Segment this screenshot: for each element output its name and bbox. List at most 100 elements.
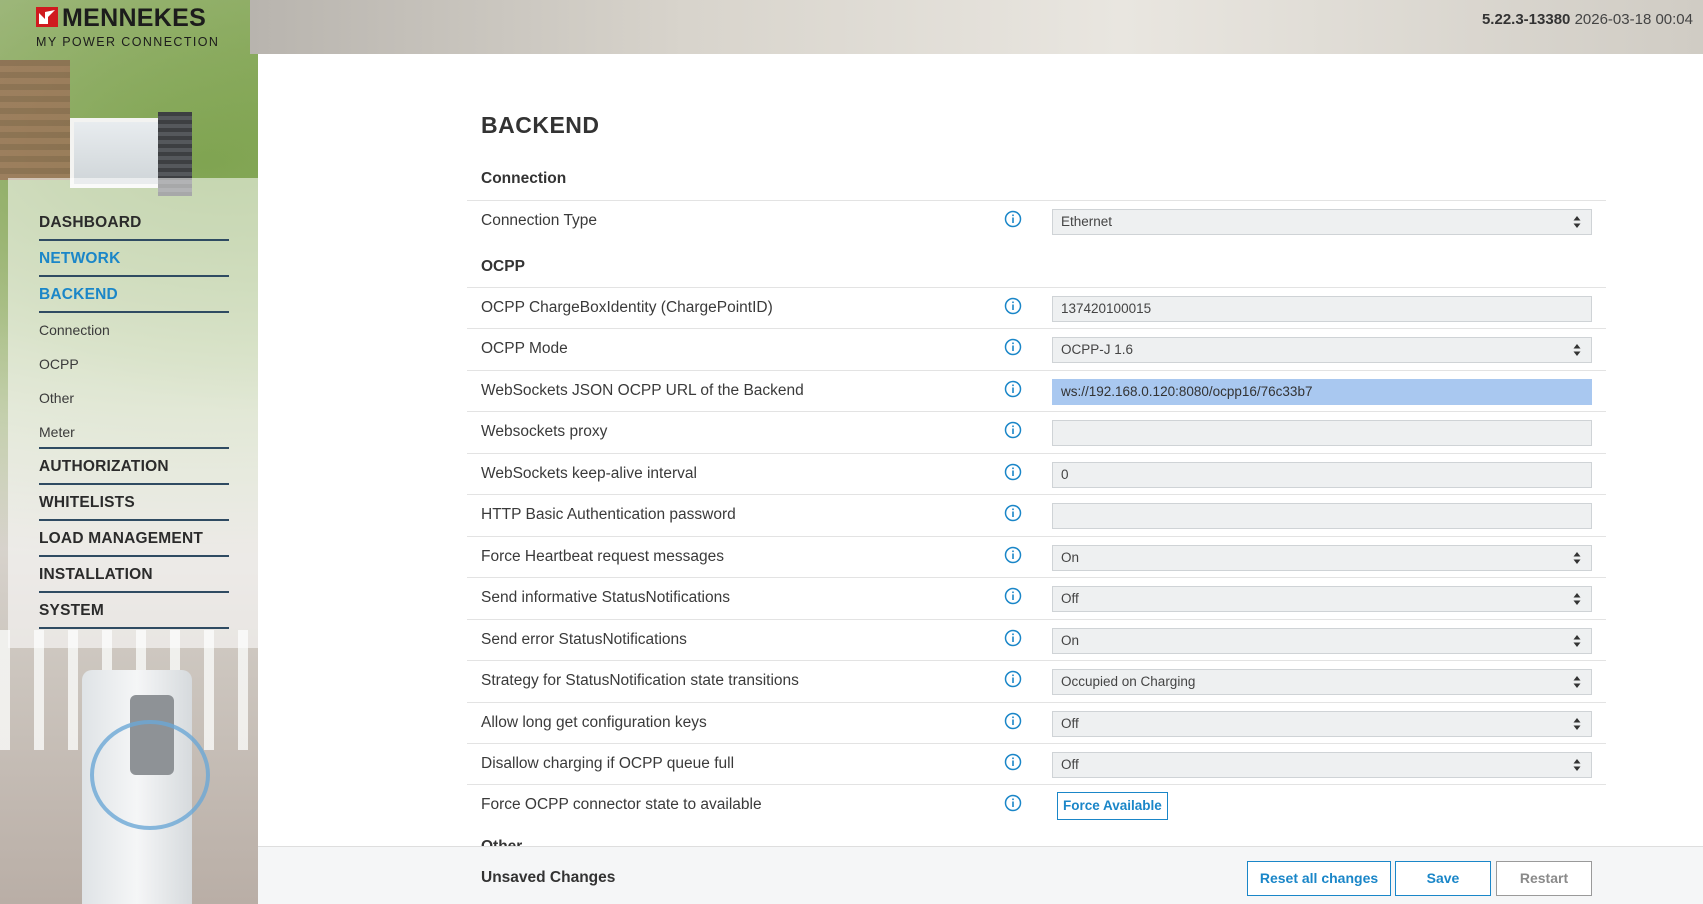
save-button[interactable]: Save	[1395, 861, 1491, 896]
select-arrows-icon	[1573, 216, 1581, 228]
row-force-heartbeat: Force Heartbeat request messages On	[467, 536, 1606, 577]
ws-url-input[interactable]: ws://192.168.0.120:8080/ocpp16/76c33b7	[1052, 379, 1592, 405]
info-icon[interactable]	[1004, 380, 1022, 398]
row-label: Allow long get configuration keys	[481, 714, 707, 731]
force-heartbeat-select[interactable]: On	[1052, 545, 1592, 571]
charge-box-identity-input[interactable]: 137420100015	[1052, 296, 1592, 322]
nav-item-installation[interactable]: INSTALLATION	[39, 557, 229, 593]
row-ws-url: WebSockets JSON OCPP URL of the Backend …	[467, 370, 1606, 411]
nav-sub-ocpp[interactable]: OCPP	[39, 347, 229, 381]
background-cable	[90, 720, 210, 830]
row-label: HTTP Basic Authentication password	[481, 506, 736, 523]
nav-item-authorization[interactable]: AUTHORIZATION	[39, 449, 229, 485]
ws-proxy-input[interactable]	[1052, 420, 1592, 446]
info-icon[interactable]	[1004, 794, 1022, 812]
select-value: Occupied on Charging	[1061, 674, 1196, 689]
nav-item-dashboard[interactable]: DASHBOARD	[39, 205, 229, 241]
select-arrows-icon	[1573, 552, 1581, 564]
force-available-button[interactable]: Force Available	[1057, 792, 1168, 820]
row-label: Connection Type	[481, 212, 598, 229]
reset-all-changes-button[interactable]: Reset all changes	[1247, 861, 1391, 896]
sidebar-nav: DASHBOARD NETWORK BACKEND Connection OCP…	[39, 205, 229, 629]
ocpp-mode-select[interactable]: OCPP-J 1.6	[1052, 337, 1592, 363]
restart-button[interactable]: Restart	[1496, 861, 1592, 896]
row-label: Send error StatusNotifications	[481, 631, 687, 648]
info-icon[interactable]	[1004, 297, 1022, 315]
select-value: OCPP-J 1.6	[1061, 342, 1134, 357]
info-status-select[interactable]: Off	[1052, 586, 1592, 612]
unsaved-changes-label: Unsaved Changes	[481, 869, 616, 886]
info-icon[interactable]	[1004, 546, 1022, 564]
row-label: Force Heartbeat request messages	[481, 548, 724, 565]
select-value: On	[1061, 633, 1080, 648]
system-datetime: 2026-03-18 00:04	[1574, 11, 1693, 28]
disallow-queue-full-select[interactable]: Off	[1052, 752, 1592, 778]
select-value: Off	[1061, 591, 1079, 606]
info-icon[interactable]	[1004, 421, 1022, 439]
info-icon[interactable]	[1004, 504, 1022, 522]
ws-keepalive-input[interactable]: 0	[1052, 462, 1592, 488]
info-icon[interactable]	[1004, 753, 1022, 771]
row-label: Websockets proxy	[481, 423, 608, 440]
select-arrows-icon	[1573, 593, 1581, 605]
select-value: On	[1061, 550, 1080, 565]
brand-tagline: MY POWER CONNECTION	[36, 35, 220, 49]
row-label: Disallow charging if OCPP queue full	[481, 755, 735, 772]
row-label: Send informative StatusNotifications	[481, 589, 730, 606]
row-force-available: Force OCPP connector state to available …	[467, 784, 1606, 825]
version-info: 5.22.3-13380 2026-03-18 00:04	[1482, 11, 1693, 28]
error-status-select[interactable]: On	[1052, 628, 1592, 654]
section-title-connection: Connection	[481, 170, 567, 187]
row-charge-box-identity: OCPP ChargeBoxIdentity (ChargePointID) 1…	[467, 287, 1606, 328]
select-arrows-icon	[1573, 344, 1581, 356]
firmware-version: 5.22.3-13380	[1481, 11, 1571, 28]
row-long-config-keys: Allow long get configuration keys Off	[467, 702, 1606, 743]
info-icon[interactable]	[1004, 629, 1022, 647]
brand-name: MENNEKES	[62, 4, 207, 32]
unsaved-changes-bar: Unsaved Changes Reset all changes Save R…	[258, 846, 1703, 904]
row-status-strategy: Strategy for StatusNotification state tr…	[467, 660, 1606, 701]
status-strategy-select[interactable]: Occupied on Charging	[1052, 669, 1592, 695]
row-error-status: Send error StatusNotifications On	[467, 619, 1606, 660]
background-brick	[0, 60, 70, 180]
mennekes-logo-mark-icon	[36, 7, 58, 27]
row-label: OCPP ChargeBoxIdentity (ChargePointID)	[481, 299, 773, 316]
nav-sub-meter[interactable]: Meter	[39, 415, 229, 449]
row-info-status: Send informative StatusNotifications Off	[467, 577, 1606, 618]
info-icon[interactable]	[1004, 463, 1022, 481]
row-label: OCPP Mode	[481, 340, 568, 357]
info-icon[interactable]	[1004, 712, 1022, 730]
select-arrows-icon	[1573, 635, 1581, 647]
row-label: WebSockets keep-alive interval	[481, 465, 697, 482]
row-label: Force OCPP connector state to available	[481, 796, 762, 813]
row-ws-keepalive: WebSockets keep-alive interval 0	[467, 453, 1606, 494]
brand-logo[interactable]: MENNEKES MY POWER CONNECTION	[36, 4, 218, 49]
info-icon[interactable]	[1004, 338, 1022, 356]
select-value: Ethernet	[1061, 214, 1113, 229]
info-icon[interactable]	[1004, 670, 1022, 688]
http-password-input[interactable]	[1052, 503, 1592, 529]
nav-item-load-management[interactable]: LOAD MANAGEMENT	[39, 521, 229, 557]
nav-sub-connection[interactable]: Connection	[39, 313, 229, 347]
nav-sub-other[interactable]: Other	[39, 381, 229, 415]
nav-item-system[interactable]: SYSTEM	[39, 593, 229, 629]
select-arrows-icon	[1573, 676, 1581, 688]
select-arrows-icon	[1573, 718, 1581, 730]
row-label: WebSockets JSON OCPP URL of the Backend	[481, 382, 804, 399]
connection-type-select[interactable]: Ethernet	[1052, 209, 1592, 235]
section-title-ocpp: OCPP	[481, 258, 525, 275]
long-config-keys-select[interactable]: Off	[1052, 711, 1592, 737]
row-ws-proxy: Websockets proxy	[467, 411, 1606, 452]
nav-item-whitelists[interactable]: WHITELISTS	[39, 485, 229, 521]
nav-item-backend[interactable]: BACKEND	[39, 277, 229, 313]
row-ocpp-mode: OCPP Mode OCPP-J 1.6	[467, 328, 1606, 369]
row-disallow-queue-full: Disallow charging if OCPP queue full Off	[467, 743, 1606, 784]
row-http-password: HTTP Basic Authentication password	[467, 494, 1606, 535]
nav-item-network[interactable]: NETWORK	[39, 241, 229, 277]
row-connection-type: Connection Type Ethernet	[467, 200, 1606, 241]
info-icon[interactable]	[1004, 587, 1022, 605]
select-arrows-icon	[1573, 759, 1581, 771]
row-label: Strategy for StatusNotification state tr…	[481, 672, 799, 689]
select-value: Off	[1061, 757, 1079, 772]
info-icon[interactable]	[1004, 210, 1022, 228]
